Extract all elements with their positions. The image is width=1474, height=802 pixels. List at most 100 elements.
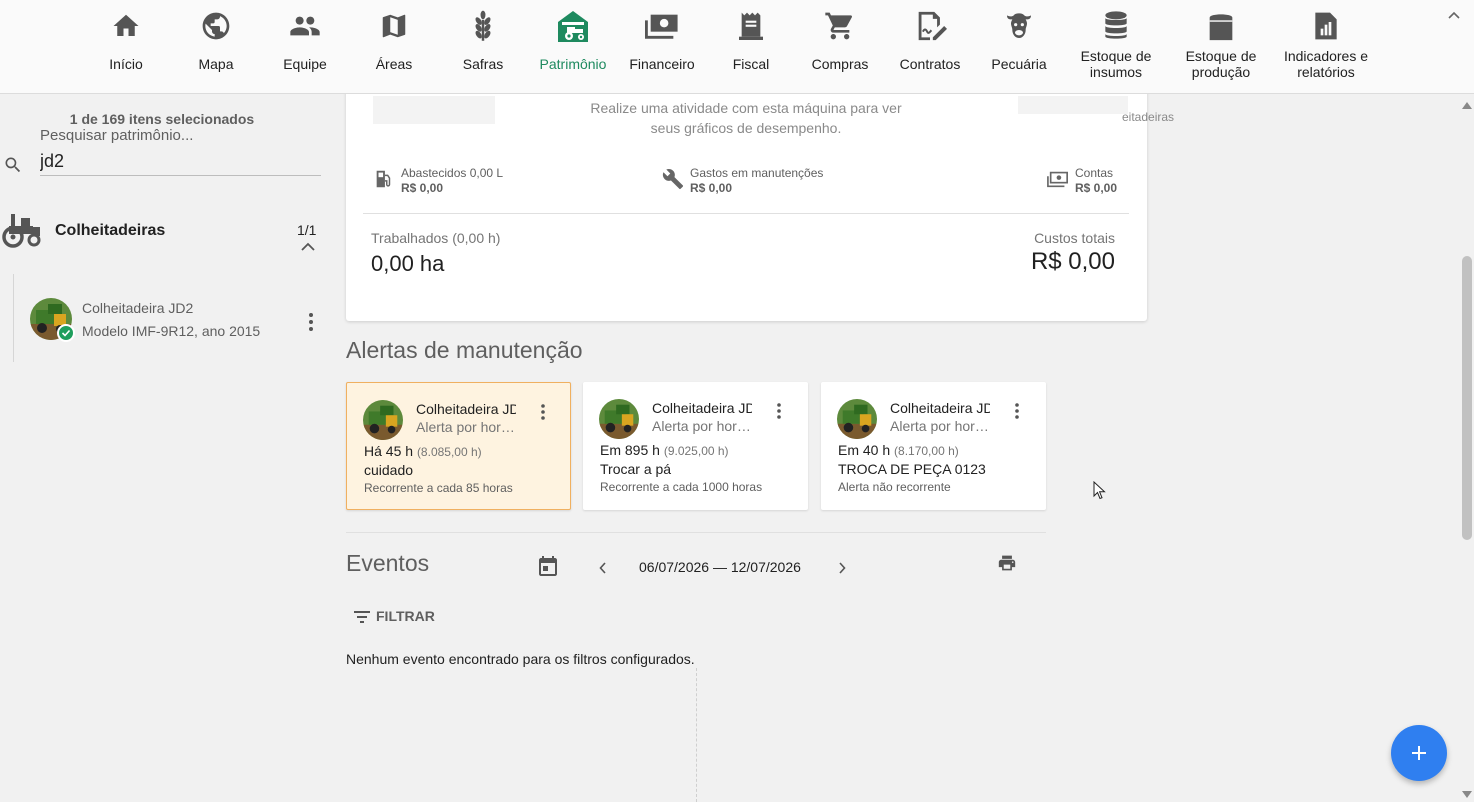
alert-description: Trocar a pá (600, 461, 672, 477)
category-title[interactable]: Colheitadeiras (55, 222, 165, 240)
receipt-icon (733, 8, 769, 44)
maintenance-label: Gastos em manutenções (690, 166, 824, 180)
divider (363, 213, 1129, 214)
money-icon (644, 8, 680, 44)
nav-item-estoque-insumos[interactable]: Estoque de insumos (1074, 0, 1158, 94)
chevron-left-icon[interactable] (599, 562, 607, 574)
people-icon (287, 8, 323, 44)
alert-description: cuidado (364, 462, 414, 478)
cow-icon (1001, 8, 1037, 44)
nav-label: Indicadores e relatórios (1283, 48, 1369, 80)
scroll-down-arrow-icon[interactable] (1461, 790, 1473, 800)
tractor-icon (2, 214, 41, 248)
alert-when-hours: (9.025,00 h) (663, 444, 729, 458)
nav-item-safras[interactable]: Safras (453, 0, 513, 94)
scroll-up-arrow-icon[interactable] (1461, 100, 1473, 110)
date-range[interactable]: 06/07/2026 — 12/07/2026 (639, 559, 801, 575)
nav-label: Safras (462, 56, 504, 72)
nav-item-compras[interactable]: Compras (810, 0, 870, 94)
alert-when-hours: (8.085,00 h) (416, 445, 482, 459)
fuel-icon (376, 170, 391, 188)
faded-label: eitadeiras (1122, 110, 1175, 124)
mouse-cursor-icon (1093, 481, 1106, 500)
filter-button[interactable]: FILTRAR (352, 608, 435, 624)
wrench-icon (662, 169, 684, 190)
search-input[interactable] (40, 148, 321, 176)
nav-item-equipe[interactable]: Equipe (275, 0, 335, 94)
fuel-value: R$ 0,00 (401, 181, 444, 195)
calendar-icon[interactable] (539, 556, 557, 576)
nav-item-contratos[interactable]: Contratos (894, 0, 966, 94)
tractor-barn-icon (555, 8, 591, 44)
globe-icon (198, 8, 234, 44)
more-vert-icon[interactable] (539, 403, 547, 421)
placeholder-chart (1018, 96, 1128, 114)
placeholder-chart (373, 96, 495, 124)
nav-item-estoque-producao[interactable]: Estoque de produção (1179, 0, 1263, 94)
nav-label: Equipe (283, 56, 327, 72)
alert-recurrence: Recorrente a cada 1000 horas (600, 480, 763, 494)
total-cost-label: Custos totais (1034, 230, 1115, 246)
contract-icon (912, 8, 948, 44)
alert-when: Em 40 h (8.170,00 h) (838, 442, 959, 458)
silo-icon (1203, 8, 1239, 44)
chevron-up-icon[interactable] (1448, 10, 1460, 20)
nav-item-fiscal[interactable]: Fiscal (721, 0, 781, 94)
nav-item-financeiro[interactable]: Financeiro (622, 0, 702, 94)
nav-item-indicadores[interactable]: Indicadores e relatórios (1279, 0, 1373, 94)
alert-card[interactable]: Colheitadeira JD2 Alerta por horímetro E… (821, 382, 1046, 510)
search-label: Pesquisar patrimônio... (40, 127, 194, 144)
no-events-message: Nenhum evento encontrado para os filtros… (346, 651, 695, 667)
nav-label: Fiscal (732, 56, 770, 72)
alert-when-value: Há 45 h (364, 443, 414, 459)
nav-item-pecuaria[interactable]: Pecuária (984, 0, 1054, 94)
more-vert-icon[interactable] (1013, 402, 1021, 420)
nav-item-patrimonio[interactable]: Patrimônio (533, 0, 613, 94)
more-vert-icon[interactable] (775, 402, 783, 420)
chevron-up-icon[interactable] (301, 242, 315, 252)
worked-label: Trabalhados (0,00 h) (371, 230, 501, 246)
nav-label: Estoque de produção (1185, 48, 1257, 80)
alert-asset-name: Colheitadeira JD2 (652, 400, 752, 416)
nav-label: Mapa (198, 56, 234, 72)
filter-label: FILTRAR (376, 608, 435, 624)
alert-type: Alerta por horímetro (652, 418, 752, 434)
accounts-label: Contas (1075, 166, 1114, 180)
search-icon (5, 157, 21, 173)
maintenance-value: R$ 0,00 (690, 181, 733, 195)
vertical-scrollbar[interactable] (1460, 94, 1474, 802)
more-vert-icon[interactable] (306, 312, 316, 332)
add-button[interactable] (1391, 725, 1447, 781)
asset-avatar (837, 399, 877, 439)
alert-when: Há 45 h (8.085,00 h) (364, 443, 482, 459)
alert-card[interactable]: Colheitadeira JD2 Alerta por horímetro E… (583, 382, 808, 510)
report-icon (1308, 8, 1344, 44)
alert-recurrence: Alerta não recorrente (838, 480, 951, 494)
alert-description: TROCA DE PEÇA 0123 (838, 461, 986, 477)
alert-card[interactable]: Colheitadeira JD2 Alerta por horímetro H… (346, 382, 571, 510)
home-icon (108, 8, 144, 44)
worked-value: 0,00 ha (371, 251, 445, 276)
nav-label: Estoque de insumos (1080, 48, 1152, 80)
cart-icon (822, 8, 858, 44)
alert-asset-name: Colheitadeira JD2 (416, 401, 516, 417)
tree-line (13, 274, 14, 362)
wheat-icon (465, 8, 501, 44)
scrollbar-thumb[interactable] (1462, 256, 1472, 540)
alert-asset-name: Colheitadeira JD2 (890, 400, 990, 416)
total-cost-value: R$ 0,00 (1030, 248, 1115, 275)
print-icon[interactable] (997, 554, 1017, 572)
nav-item-mapa[interactable]: Mapa (186, 0, 246, 94)
nav-label: Patrimônio (539, 56, 607, 72)
alert-type: Alerta por horímetro (890, 418, 990, 434)
chevron-right-icon[interactable] (838, 562, 846, 574)
asset-name[interactable]: Colheitadeira JD2 (82, 300, 193, 316)
database-icon (1098, 8, 1134, 44)
nav-item-areas[interactable]: Áreas (364, 0, 424, 94)
nav-label: Contratos (899, 56, 961, 72)
nav-label: Áreas (375, 56, 413, 72)
nav-label: Pecuária (991, 56, 1047, 72)
accounts-value: R$ 0,00 (1075, 181, 1118, 195)
nav-item-inicio[interactable]: Início (96, 0, 156, 94)
empty-performance-message: Realize uma atividade com esta máquina p… (590, 100, 902, 136)
